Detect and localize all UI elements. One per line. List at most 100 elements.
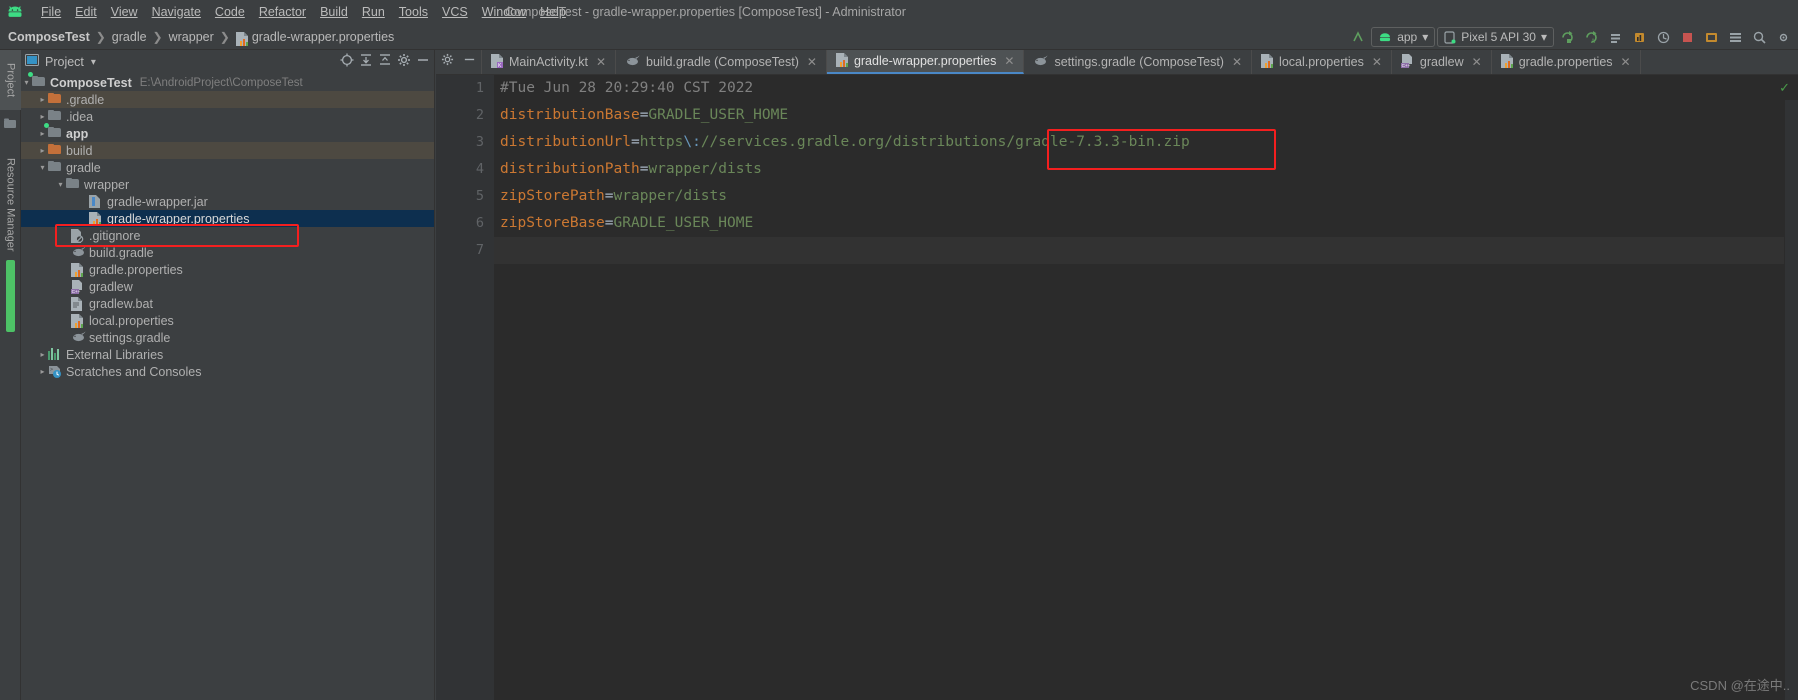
folder-icon — [48, 110, 62, 124]
inspection-status-icon[interactable]: ✓ — [1779, 80, 1790, 96]
run-configuration-selector[interactable]: app ▾ — [1371, 27, 1436, 47]
breadcrumb-gradle-wrapper-properties[interactable]: gradle-wrapper.properties — [252, 30, 394, 44]
editor-gear-icon[interactable] — [441, 53, 454, 71]
tree-row-gradle-properties[interactable]: gradle.properties — [21, 261, 434, 278]
chevron-right-icon[interactable]: ▸ — [37, 111, 48, 122]
tab-settings-gradle[interactable]: settings.gradle (ComposeTest) ✕ — [1024, 50, 1253, 74]
tree-row-local-properties[interactable]: local.properties — [21, 312, 434, 329]
close-icon[interactable]: ✕ — [596, 55, 606, 69]
tree-row-gradle-wrapper-jar[interactable]: gradle-wrapper.jar — [21, 193, 434, 210]
menu-build[interactable]: Build — [313, 3, 355, 22]
stop-button[interactable] — [1676, 26, 1698, 48]
tab-gradle-wrapper-properties[interactable]: gradle-wrapper.properties ✕ — [826, 50, 1025, 74]
close-icon[interactable]: ✕ — [1232, 55, 1242, 69]
chevron-down-icon[interactable]: ▾ — [37, 162, 48, 173]
chevron-down-icon[interactable]: ▾ — [21, 77, 32, 88]
select-opened-file-icon[interactable] — [340, 53, 354, 72]
stripe-project[interactable]: Project — [0, 50, 21, 110]
tree-row-wrapper[interactable]: ▾ wrapper — [21, 176, 434, 193]
code-equals: = — [630, 134, 640, 150]
profile-button[interactable] — [1628, 26, 1650, 48]
tree-row-gradle[interactable]: ▾ gradle — [21, 159, 434, 176]
breadcrumb-wrapper[interactable]: wrapper — [169, 30, 214, 44]
tree-row-scratches-and-consoles[interactable]: ▸ > Scratches and Consoles — [21, 363, 434, 380]
tree-row-settings-gradle[interactable]: settings.gradle — [21, 329, 434, 346]
menu-edit[interactable]: Edit — [68, 3, 104, 22]
tree-row-external-libraries[interactable]: ▸ External Libraries — [21, 346, 434, 363]
sdk-manager-button[interactable] — [1724, 26, 1746, 48]
code-value: GRADLE_USER_HOME — [648, 107, 789, 123]
menu-vcs[interactable]: VCS — [435, 3, 475, 22]
debug-button[interactable] — [1604, 26, 1626, 48]
chevron-down-icon[interactable]: ▾ — [91, 57, 96, 68]
tab-gradlew[interactable]: C++ gradlew ✕ — [1392, 50, 1492, 74]
run-button[interactable] — [1556, 26, 1578, 48]
tree-row-gradlew[interactable]: C++ gradlew — [21, 278, 434, 295]
tab-build-gradle[interactable]: build.gradle (ComposeTest) ✕ — [616, 50, 827, 74]
menu-run[interactable]: Run — [355, 3, 392, 22]
tree-row-dot-idea[interactable]: ▸ .idea — [21, 108, 434, 125]
breadcrumb-composetest[interactable]: ComposeTest — [8, 30, 90, 44]
make-project-button[interactable] — [1347, 26, 1369, 48]
tab-gradle-properties[interactable]: gradle.properties ✕ — [1492, 50, 1641, 74]
tree-row-dot-gradle[interactable]: ▸ .gradle — [21, 91, 434, 108]
watermark: CSDN @在途中.. — [1690, 678, 1790, 693]
code-value: wrapper/dists — [648, 161, 762, 177]
excluded-folder-icon — [48, 93, 62, 107]
breadcrumb-gradle[interactable]: gradle — [112, 30, 147, 44]
menu-code[interactable]: Code — [208, 3, 252, 22]
stripe-folder-icon[interactable] — [0, 112, 21, 134]
close-icon[interactable]: ✕ — [1472, 55, 1482, 69]
search-everywhere-button[interactable] — [1748, 26, 1770, 48]
tab-mainactivity-kt[interactable]: K MainActivity.kt ✕ — [482, 50, 617, 74]
hide-panel-icon[interactable] — [416, 53, 430, 72]
module-folder-icon — [44, 122, 62, 141]
editor-scrollbar[interactable] — [1784, 100, 1798, 700]
menu-refactor[interactable]: Refactor — [252, 3, 313, 22]
tab-label: gradlew — [1419, 55, 1464, 69]
chevron-right-icon[interactable]: ▸ — [37, 128, 48, 139]
settings-gear-icon[interactable] — [397, 53, 411, 72]
menu-navigate[interactable]: Navigate — [145, 3, 208, 22]
chevron-right-icon[interactable]: ▸ — [37, 145, 48, 156]
apply-changes-button[interactable]: A — [1580, 26, 1602, 48]
tree-label: External Libraries — [66, 347, 164, 362]
tree-row-build-gradle[interactable]: build.gradle — [21, 244, 434, 261]
stripe-resource-manager[interactable]: Resource Manager — [0, 140, 21, 270]
avd-manager-button[interactable] — [1700, 26, 1722, 48]
menu-tools[interactable]: Tools — [392, 3, 435, 22]
tree-row-gitignore[interactable]: .gitignore — [21, 227, 434, 244]
device-selector[interactable]: Pixel 5 API 30 ▾ — [1437, 27, 1554, 47]
memory-indicator-bar[interactable] — [6, 260, 15, 332]
editor-hide-icon[interactable] — [463, 53, 476, 71]
close-icon[interactable]: ✕ — [1004, 54, 1014, 68]
cpp-file-icon: C++ — [1400, 53, 1414, 71]
chevron-right-icon[interactable]: ▸ — [37, 366, 48, 377]
tree-row-gradlew-bat[interactable]: gradlew.bat — [21, 295, 434, 312]
chevron-right-icon[interactable]: ▸ — [37, 94, 48, 105]
close-icon[interactable]: ✕ — [807, 55, 817, 69]
tree-row-gradle-wrapper-properties[interactable]: gradle-wrapper.properties — [21, 210, 434, 227]
code-content[interactable]: #Tue Jun 28 20:29:40 CST 2022 distributi… — [494, 75, 1798, 700]
tab-local-properties[interactable]: local.properties ✕ — [1252, 50, 1392, 74]
code-key: distributionUrl — [500, 134, 631, 150]
expand-all-icon[interactable] — [359, 53, 373, 72]
tree-row-build[interactable]: ▸ build — [21, 142, 434, 159]
close-icon[interactable]: ✕ — [1372, 55, 1382, 69]
breadcrumb-separator-icon: ❯ — [95, 29, 106, 44]
menu-file[interactable]: File — [34, 3, 68, 22]
code-line-4: distributionPath=wrapper/dists — [494, 156, 1798, 183]
code-editor[interactable]: 1 2 3 4 5 6 7 #Tue Jun 28 20:29:40 CST 2… — [436, 75, 1798, 700]
settings-button[interactable] — [1772, 26, 1794, 48]
project-panel-title: Project — [45, 55, 84, 69]
attach-debugger-button[interactable] — [1652, 26, 1674, 48]
close-icon[interactable]: ✕ — [1621, 55, 1631, 69]
chevron-down-icon[interactable]: ▾ — [55, 179, 66, 190]
properties-file-icon — [835, 52, 848, 70]
tree-row-composetest[interactable]: ▾ ComposeTest E:\AndroidProject\ComposeT… — [21, 71, 434, 91]
chevron-right-icon[interactable]: ▸ — [37, 349, 48, 360]
menu-view[interactable]: View — [104, 3, 145, 22]
tree-label: settings.gradle — [89, 330, 171, 345]
collapse-all-icon[interactable] — [378, 53, 392, 72]
tree-row-app[interactable]: ▸ app — [21, 122, 434, 142]
